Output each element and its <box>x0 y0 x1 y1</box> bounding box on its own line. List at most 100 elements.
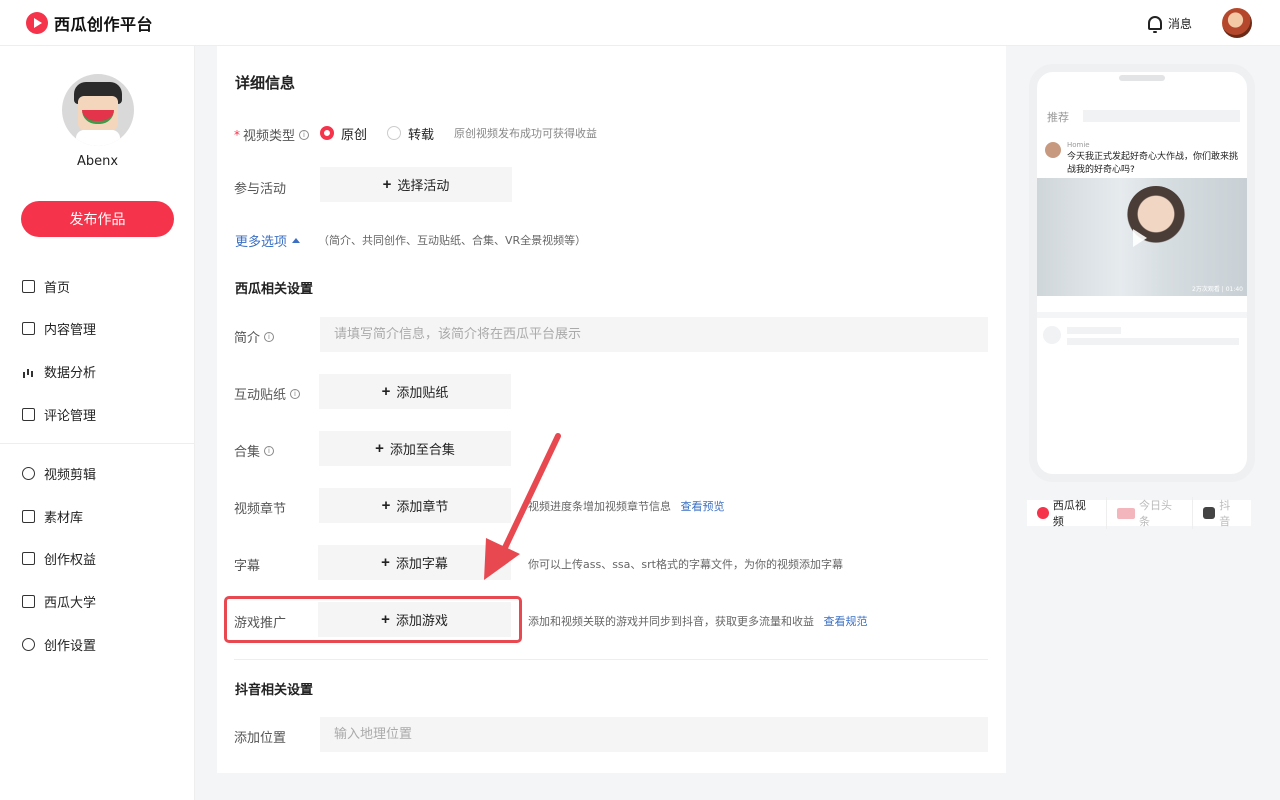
crown-icon <box>22 552 35 566</box>
intro-label-text: 简介 <box>234 331 261 346</box>
intro-input[interactable] <box>320 317 988 352</box>
sidebar-item-university[interactable]: 西瓜大学 <box>0 580 194 623</box>
xigua-settings-title: 西瓜相关设置 <box>235 282 314 297</box>
radio-original[interactable]: 原创 <box>320 124 367 143</box>
messages-label: 消息 <box>1167 16 1192 31</box>
sidebar-item-label: 素材库 <box>44 510 84 526</box>
button-label: 添加字幕 <box>395 556 448 571</box>
skeleton-line <box>1067 327 1121 334</box>
chart-icon <box>22 365 35 378</box>
add-to-collection-button[interactable]: + 添加至合集 <box>319 431 511 466</box>
info-icon[interactable]: i <box>264 331 275 342</box>
phone-frame: 推荐 Homie 今天我正式发起好奇心大作战，你们敢来挑战我的好奇心吗? 2万次… <box>1029 64 1255 482</box>
sidebar-item-label: 评论管理 <box>44 408 97 424</box>
collection-label-text: 合集 <box>234 445 261 460</box>
video-thumbnail[interactable]: 2万次观看 | 01:40 <box>1037 178 1247 296</box>
video-type-hint: 原创视频发布成功可获得收益 <box>454 127 598 140</box>
post-text: 今天我正式发起好奇心大作战，你们敢来挑战我的好奇心吗? <box>1067 152 1239 175</box>
view-guidelines-link[interactable]: 查看规范 <box>824 615 868 628</box>
sidebar-item-content[interactable]: 内容管理 <box>0 308 194 351</box>
plus-icon: + <box>381 383 391 400</box>
plus-icon: + <box>382 176 392 193</box>
sidebar-item-comments[interactable]: 评论管理 <box>0 393 194 436</box>
sticker-label-text: 互动贴纸 <box>234 388 287 403</box>
post-author-avatar <box>1045 142 1061 158</box>
brand-logo[interactable]: 西瓜创作平台 <box>26 11 153 35</box>
add-chapter-button[interactable]: + 添加章节 <box>319 488 511 523</box>
button-label: 选择活动 <box>397 178 450 193</box>
chapter-hint-text: 视频进度条增加视频章节信息 <box>528 500 671 513</box>
radio-repost[interactable]: 转载 <box>387 124 434 143</box>
game-promo-label: 游戏推广 <box>234 616 287 631</box>
section-divider <box>234 659 988 660</box>
caret-up-icon <box>292 238 301 243</box>
toutiao-logo-icon <box>1117 507 1136 519</box>
sidebar-item-settings[interactable]: 创作设置 <box>0 623 194 666</box>
publish-button[interactable]: 发布作品 <box>21 201 174 237</box>
sidebar-item-benefits[interactable]: 创作权益 <box>0 538 194 581</box>
sidebar-nav: 首页 内容管理 数据分析 评论管理 视频剪辑 素材库 创作权益 西瓜大学 创作设… <box>0 265 194 665</box>
view-preview-link[interactable]: 查看预览 <box>681 500 725 513</box>
detail-form-panel: 详细信息 * 视频类型 i 原创 转载 原创视频发布成功可获得收益 参与活动 +… <box>217 46 1006 773</box>
plus-icon: + <box>381 611 390 628</box>
video-meta: 2万次观看 | 01:40 <box>1192 286 1243 293</box>
activity-label: 参与活动 <box>234 182 287 197</box>
xigua-logo-icon <box>1037 507 1049 519</box>
sidebar-item-library[interactable]: 素材库 <box>0 495 194 538</box>
sidebar-item-analytics[interactable]: 数据分析 <box>0 350 194 393</box>
comment-icon <box>22 407 35 421</box>
platform-label: 抖音 <box>1219 499 1231 528</box>
phone-notch <box>1119 75 1165 81</box>
sticker-label: 互动贴纸 i <box>234 384 301 403</box>
plus-icon: + <box>381 554 390 571</box>
add-subtitle-button[interactable]: + 添加字幕 <box>318 545 511 580</box>
nav-divider <box>0 443 194 445</box>
feed-gap <box>1037 312 1247 318</box>
platform-tab-douyin[interactable]: 抖音 <box>1192 497 1251 529</box>
button-label: 添加至合集 <box>389 442 455 457</box>
platform-tab-xigua[interactable]: 西瓜视频 <box>1027 497 1106 529</box>
platform-tab-toutiao[interactable]: 今日头条 <box>1106 497 1192 529</box>
chapter-label: 视频章节 <box>234 502 287 517</box>
info-icon[interactable]: i <box>299 129 310 140</box>
skeleton-avatar <box>1043 326 1061 344</box>
intro-label: 简介 i <box>234 327 275 346</box>
plus-icon: + <box>375 440 384 457</box>
brand-name: 西瓜创作平台 <box>54 14 154 34</box>
messages-button[interactable]: 消息 <box>1147 15 1192 33</box>
add-sticker-button[interactable]: + 添加贴纸 <box>319 374 511 409</box>
button-label: 添加贴纸 <box>396 385 449 400</box>
game-hint-text: 添加和视频关联的游戏并同步到抖音，获取更多流量和收益 <box>528 615 814 628</box>
button-label: 添加游戏 <box>395 613 448 628</box>
add-game-button[interactable]: + 添加游戏 <box>318 602 511 637</box>
sidebar-item-video-edit[interactable]: 视频剪辑 <box>0 452 194 495</box>
username: Abenx <box>76 154 119 169</box>
sidebar-item-label: 视频剪辑 <box>44 468 97 484</box>
info-icon[interactable]: i <box>290 388 301 399</box>
platform-label: 西瓜视频 <box>1052 499 1086 528</box>
more-options-toggle[interactable]: 更多选项 <box>235 231 301 250</box>
subtitle-hint: 你可以上传ass、ssa、srt格式的字幕文件，为你的视频添加字幕 <box>528 558 843 571</box>
sidebar-item-label: 首页 <box>44 280 71 296</box>
bell-icon <box>1147 16 1162 33</box>
platform-label: 今日头条 <box>1139 499 1173 528</box>
sidebar: Abenx 发布作品 首页 内容管理 数据分析 评论管理 视频剪辑 素材库 创作… <box>0 46 195 800</box>
more-options-hint: （简介、共同创作、互动贴纸、合集、VR全景视频等） <box>318 234 587 247</box>
sidebar-item-label: 内容管理 <box>44 323 97 339</box>
sidebar-item-home[interactable]: 首页 <box>0 265 194 308</box>
location-label: 添加位置 <box>234 731 287 746</box>
info-icon[interactable]: i <box>264 445 275 456</box>
presentation-icon <box>22 594 35 608</box>
play-icon <box>1133 229 1147 247</box>
radio-label: 原创 <box>341 127 368 143</box>
radio-checked-icon <box>320 126 334 140</box>
profile-avatar[interactable] <box>62 74 134 146</box>
select-activity-button[interactable]: + 选择活动 <box>320 167 512 202</box>
video-type-label-text: 视频类型 <box>243 129 296 144</box>
preview-platform-tabs: 西瓜视频 今日头条 抖音 <box>1027 497 1251 529</box>
sidebar-item-label: 创作权益 <box>44 553 97 569</box>
location-input[interactable] <box>320 717 988 752</box>
user-avatar[interactable] <box>1222 8 1252 38</box>
required-asterisk: * <box>234 127 240 142</box>
button-label: 添加章节 <box>396 499 449 514</box>
